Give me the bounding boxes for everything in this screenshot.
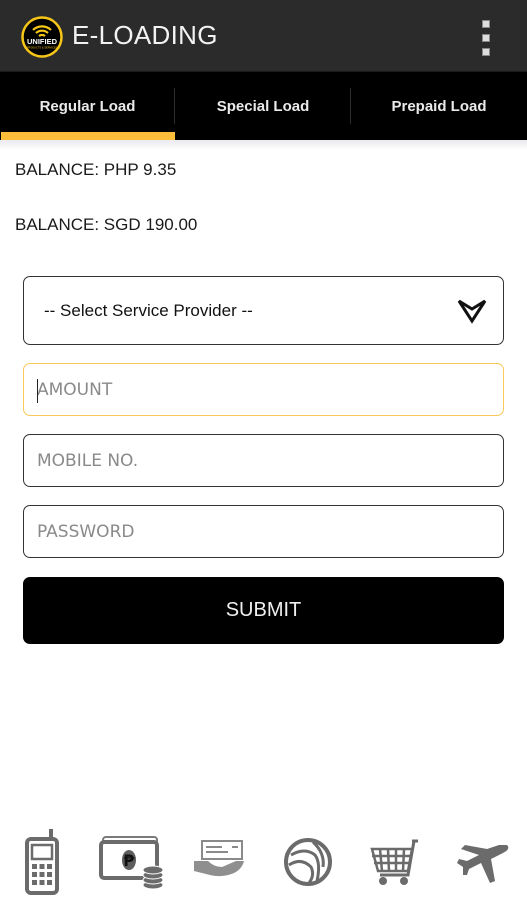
svg-text:₱: ₱ bbox=[123, 851, 135, 870]
overflow-menu-icon[interactable] bbox=[478, 20, 494, 56]
tab-bar: Regular Load Special Load Prepaid Load bbox=[0, 72, 527, 140]
submit-button[interactable]: SUBMIT bbox=[23, 577, 504, 644]
app-bar: UNIFIED PRODUCTS & SERVICES E-LOADING bbox=[0, 0, 527, 72]
tab-special-load[interactable]: Special Load bbox=[175, 72, 351, 140]
mobile-number-input[interactable] bbox=[24, 435, 503, 486]
svg-text:PRODUCTS & SERVICES: PRODUCTS & SERVICES bbox=[27, 46, 58, 50]
password-field-wrapper bbox=[23, 505, 504, 558]
tab-bar-shadow bbox=[0, 140, 527, 150]
tab-label: Regular Load bbox=[39, 97, 136, 115]
balance-sgd: BALANCE: SGD 190.00 bbox=[15, 215, 198, 234]
globe-icon[interactable] bbox=[283, 837, 333, 887]
tab-prepaid-load[interactable]: Prepaid Load bbox=[351, 72, 527, 140]
airplane-icon[interactable] bbox=[455, 843, 511, 883]
amount-input[interactable] bbox=[24, 364, 503, 415]
bottom-nav: ₱ bbox=[0, 825, 527, 900]
shopping-cart-icon[interactable] bbox=[370, 839, 424, 887]
mobile-field-wrapper bbox=[23, 434, 504, 487]
cash-peso-icon[interactable]: ₱ bbox=[99, 835, 165, 891]
text-cursor bbox=[37, 379, 38, 403]
tab-label: Prepaid Load bbox=[391, 97, 487, 115]
tab-regular-load[interactable]: Regular Load bbox=[0, 72, 175, 140]
service-provider-select[interactable]: -- Select Service Provider -- bbox=[23, 276, 504, 345]
tab-label: Special Load bbox=[216, 97, 310, 115]
password-input[interactable] bbox=[24, 506, 503, 557]
bill-payment-icon[interactable] bbox=[192, 839, 248, 879]
unified-logo-icon: UNIFIED PRODUCTS & SERVICES bbox=[21, 16, 63, 58]
balance-php: BALANCE: PHP 9.35 bbox=[15, 160, 177, 179]
selected-tab-indicator bbox=[1, 132, 175, 140]
mobile-phone-icon[interactable] bbox=[25, 829, 61, 895]
svg-text:UNIFIED: UNIFIED bbox=[27, 37, 58, 46]
chevron-down-icon bbox=[457, 299, 487, 324]
amount-field-wrapper bbox=[23, 363, 504, 416]
service-provider-selected: -- Select Service Provider -- bbox=[44, 301, 253, 320]
app-title: E-LOADING bbox=[72, 20, 218, 50]
